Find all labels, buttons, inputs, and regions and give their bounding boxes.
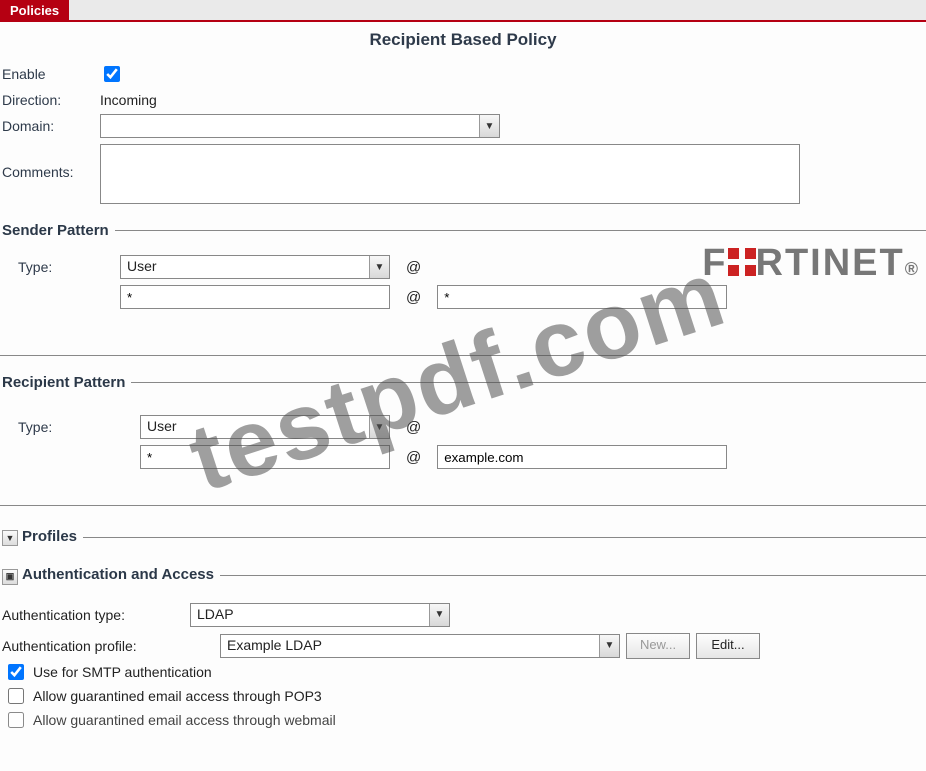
at-icon: @ [406,419,421,436]
sender-pattern-fieldset: Sender Pattern Type: User ▼ @ @ [0,222,926,315]
auth-profile-value: Example LDAP [221,635,599,657]
recipient-pattern-legend: Recipient Pattern [0,374,131,391]
at-icon: @ [406,259,421,276]
sender-type-value: User [121,256,369,278]
sender-domain-input[interactable] [437,285,727,309]
profiles-fieldset: ▼Profiles [0,528,926,556]
page-title: Recipient Based Policy [0,30,926,50]
auth-type-select[interactable]: LDAP ▼ [190,603,450,627]
webmail-access-checkbox[interactable] [8,712,24,728]
tab-policies[interactable]: Policies [0,0,69,22]
chevron-down-icon: ▼ [599,635,619,657]
sender-type-label: Type: [0,259,120,275]
auth-profile-select[interactable]: Example LDAP ▼ [220,634,620,658]
smtp-auth-checkbox[interactable] [8,664,24,680]
sender-user-input[interactable] [120,285,390,309]
recipient-pattern-fieldset: Recipient Pattern Type: User ▼ @ @ [0,374,926,475]
at-icon: @ [406,449,421,466]
chevron-down-icon: ▼ [369,256,389,278]
chevron-down-icon: ▼ [369,416,389,438]
comments-textarea[interactable] [100,144,800,204]
smtp-auth-label: Use for SMTP authentication [33,664,212,680]
domain-select[interactable]: ▼ [100,114,500,138]
chevron-down-icon: ▼ [429,604,449,626]
recipient-type-value: User [141,416,369,438]
domain-label: Domain: [0,118,100,134]
pop3-access-checkbox[interactable] [8,688,24,704]
chevron-down-icon[interactable]: ▼ [2,530,18,546]
direction-value: Incoming [100,92,157,108]
recipient-user-input[interactable] [140,445,390,469]
recipient-type-label: Type: [0,419,120,435]
at-icon: @ [406,289,421,306]
auth-type-value: LDAP [191,604,429,626]
auth-profile-label: Authentication profile: [0,638,190,654]
sender-type-select[interactable]: User ▼ [120,255,390,279]
comments-label: Comments: [0,144,100,180]
auth-type-label: Authentication type: [0,607,190,623]
enable-checkbox[interactable] [104,66,120,82]
new-button[interactable]: New... [626,633,690,659]
edit-button[interactable]: Edit... [696,633,760,659]
sender-pattern-legend: Sender Pattern [0,222,115,239]
domain-select-value [101,115,479,137]
profiles-legend: ▼Profiles [0,528,83,546]
recipient-domain-input[interactable] [437,445,727,469]
auth-legend: ▣Authentication and Access [0,566,220,585]
webmail-access-label: Allow guarantined email access through w… [33,712,336,728]
enable-label: Enable [0,66,100,82]
chevron-down-icon: ▼ [479,115,499,137]
auth-fieldset: ▣Authentication and Access Authenticatio… [0,566,926,733]
tab-bar: Policies [0,0,926,22]
recipient-type-select[interactable]: User ▼ [140,415,390,439]
collapse-icon[interactable]: ▣ [2,569,18,585]
pop3-access-label: Allow guarantined email access through P… [33,688,322,704]
direction-label: Direction: [0,92,100,108]
